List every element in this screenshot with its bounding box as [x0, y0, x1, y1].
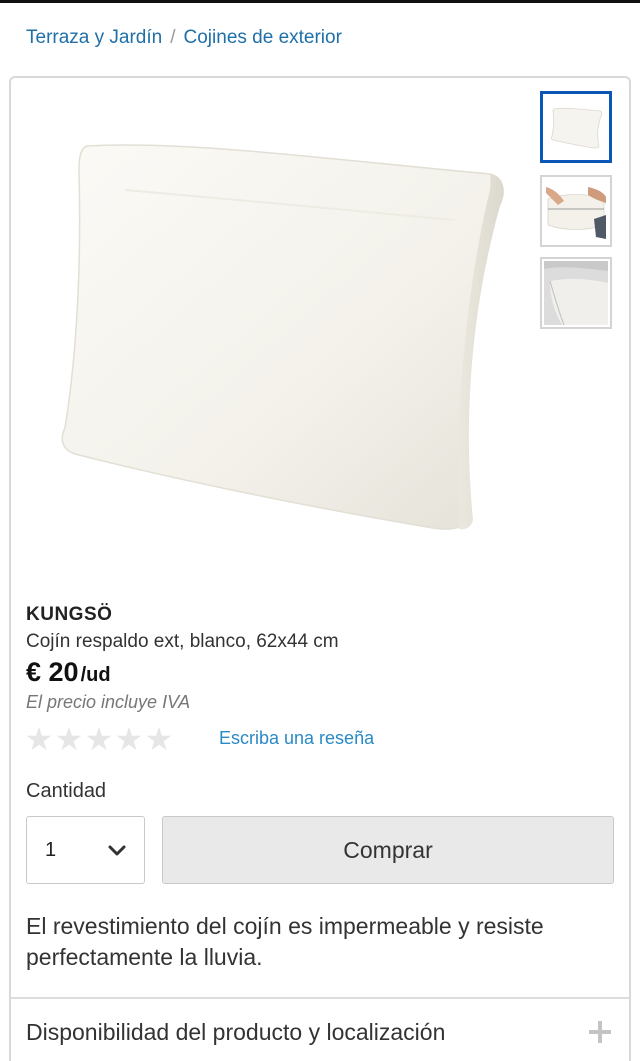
pillow-hands-thumbnail-image — [544, 179, 608, 243]
pillow-front-thumbnail-image — [550, 107, 603, 149]
price-amount: € 20 — [26, 657, 79, 687]
quantity-label: Cantidad — [26, 780, 107, 802]
breadcrumb-cojines-exterior[interactable]: Cojines de exterior — [184, 27, 342, 49]
vat-note: El precio incluye IVA — [26, 692, 191, 712]
rating-stars[interactable]: ★ ★ ★ ★ ★ — [24, 723, 174, 755]
pillow-hands-thumbnail[interactable] — [540, 175, 612, 247]
availability-toggle[interactable]: Disponibilidad del producto y localizaci… — [26, 1019, 445, 1046]
pillow-main-image[interactable] — [35, 110, 515, 550]
plus-icon[interactable] — [589, 1021, 611, 1043]
pillow-corner-thumbnail[interactable] — [540, 257, 612, 329]
star-icon[interactable]: ★ — [114, 723, 144, 755]
product-description: Cojín respaldo ext, blanco, 62x44 cm — [26, 631, 339, 652]
quantity-select[interactable]: 1 — [26, 816, 145, 884]
pillow-front-thumbnail[interactable] — [540, 91, 612, 163]
star-icon[interactable]: ★ — [84, 723, 114, 755]
buy-button[interactable]: Comprar — [162, 816, 614, 884]
product-name: KUNGSÖ — [26, 604, 113, 625]
price-unit: /ud — [80, 664, 111, 686]
star-icon[interactable]: ★ — [54, 723, 84, 755]
section-divider — [11, 997, 629, 999]
pillow-corner-thumbnail-image — [544, 261, 608, 325]
product-price: € 20 /ud — [26, 657, 111, 688]
star-icon[interactable]: ★ — [24, 723, 54, 755]
write-review-link[interactable]: Escriba una reseña — [219, 728, 374, 749]
star-icon[interactable]: ★ — [144, 723, 174, 755]
breadcrumb-separator: / — [170, 27, 176, 48]
top-border — [0, 0, 640, 3]
product-feature-text: El revestimiento del cojín es impermeabl… — [26, 913, 544, 970]
breadcrumb-terraza-jardin[interactable]: Terraza y Jardín — [26, 27, 162, 49]
breadcrumb: Terraza y Jardín / Cojines de exterior — [26, 26, 342, 50]
chevron-down-icon — [108, 845, 126, 856]
quantity-value: 1 — [45, 838, 57, 861]
